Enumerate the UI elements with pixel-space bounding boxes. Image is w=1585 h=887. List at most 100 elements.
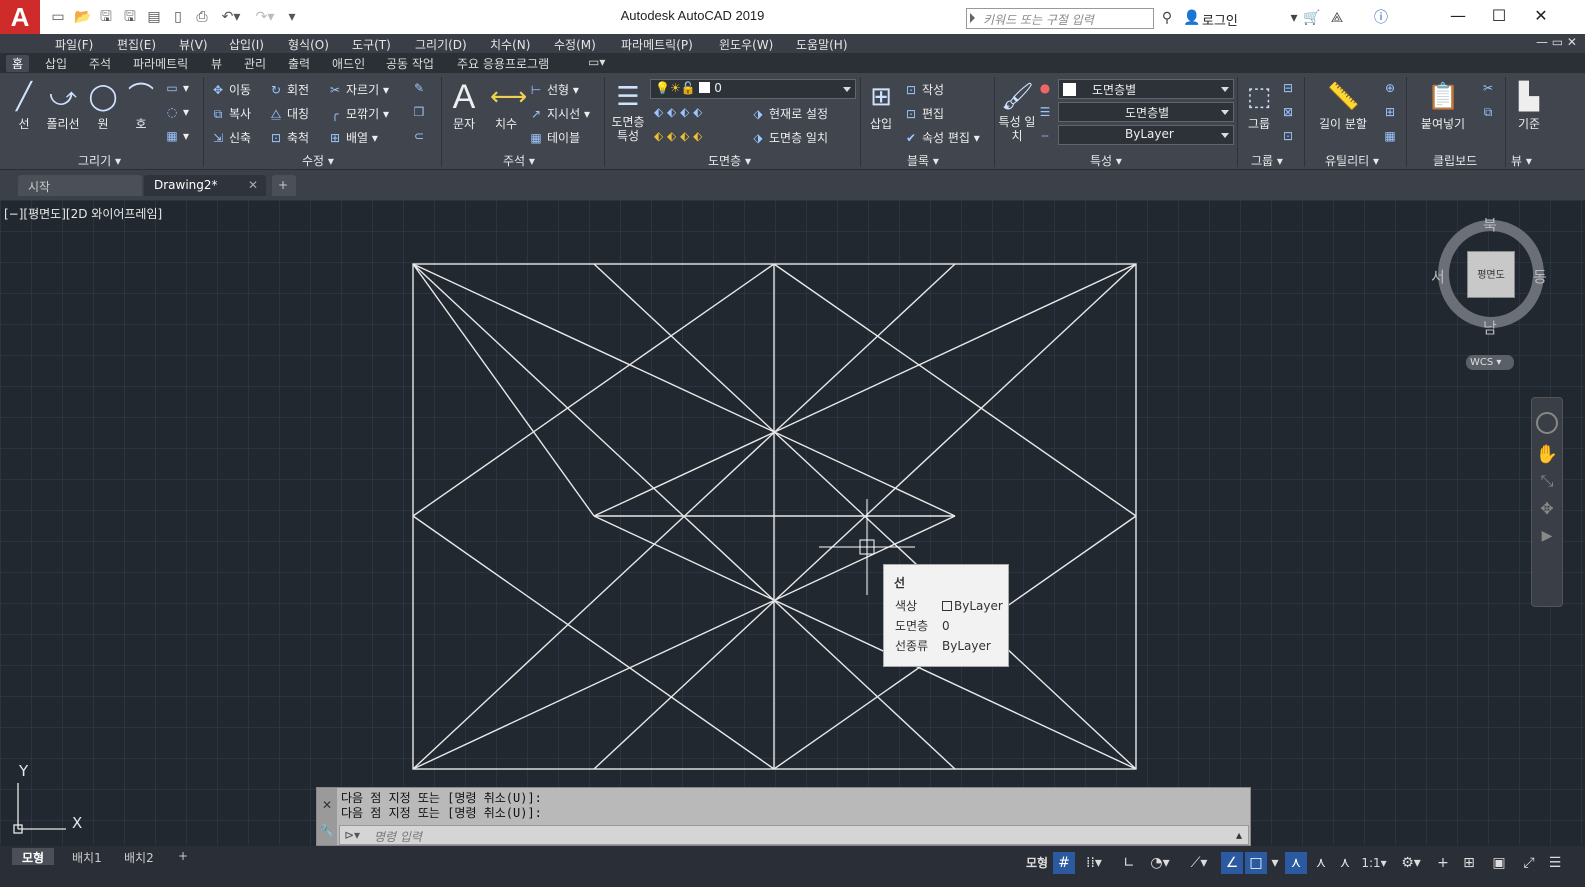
- isolate-icon[interactable]: ⊞: [1458, 852, 1480, 874]
- showmotion-icon[interactable]: ▶: [1532, 528, 1562, 544]
- ribbon-toggle-icon[interactable]: ▭▾: [588, 55, 605, 69]
- viewcube-south[interactable]: 남: [1483, 317, 1497, 338]
- object-snap-icon[interactable]: □: [1245, 852, 1267, 874]
- menu-window[interactable]: 윈도우(W): [719, 36, 773, 53]
- erase-icon[interactable]: ✎: [411, 81, 430, 95]
- login-button[interactable]: 로그인: [1202, 10, 1238, 29]
- wrench-icon[interactable]: 🔧: [317, 824, 337, 838]
- add-layout-button[interactable]: +: [168, 848, 198, 865]
- set-current-button[interactable]: ⬗ 현재로 설정: [750, 105, 828, 122]
- new-tab-button[interactable]: +: [272, 175, 296, 196]
- search-expand-icon[interactable]: [970, 13, 975, 23]
- menu-edit[interactable]: 편집(E): [117, 36, 156, 53]
- match-properties-button[interactable]: 🖌 특성 일치: [996, 77, 1038, 147]
- layer-tools-row2-icons[interactable]: ⬖ ⬖ ⬖ ⬖: [654, 129, 702, 143]
- tab-parametric[interactable]: 파라메트릭: [133, 55, 188, 72]
- edit-attribute-button[interactable]: ✔ 속성 편집 ▾: [903, 129, 980, 146]
- tab-model[interactable]: 모형: [12, 848, 55, 865]
- ungroup-icon[interactable]: ⊟: [1280, 81, 1299, 95]
- tab-drawing2[interactable]: Drawing2* ✕: [144, 175, 266, 196]
- command-prompt-icon[interactable]: ⊳▾: [344, 828, 360, 842]
- paste-button[interactable]: 📋 붙여넣기: [1416, 77, 1470, 147]
- viewcube-east[interactable]: 동: [1533, 266, 1547, 287]
- base-view-button[interactable]: ▙ 기준: [1508, 77, 1550, 147]
- panel-properties-label[interactable]: 특성 ▾: [1090, 152, 1122, 169]
- panel-annotation-label[interactable]: 주석 ▾: [503, 152, 535, 169]
- object-snap-tracking-icon[interactable]: ∠: [1221, 852, 1243, 874]
- grid-icon[interactable]: #: [1053, 852, 1075, 874]
- quick-select-icon[interactable]: ⊕: [1382, 81, 1401, 95]
- pan-icon[interactable]: ✋: [1532, 444, 1562, 465]
- minimize-button[interactable]: —: [1438, 4, 1478, 28]
- gear-icon[interactable]: ⚙▾: [1394, 852, 1428, 874]
- polyline-button[interactable]: ⤻ 폴리선: [42, 77, 84, 147]
- dimension-button[interactable]: ⟷ 치수: [485, 77, 527, 147]
- calculator-icon[interactable]: ▦: [1382, 129, 1401, 143]
- viewcube-west[interactable]: 서: [1431, 266, 1445, 287]
- stretch-button[interactable]: ⇲ 신축: [210, 129, 251, 146]
- lineweight-dropdown[interactable]: ByLayer: [1058, 125, 1234, 145]
- rectangle-icon[interactable]: ▭ ▾: [164, 81, 189, 95]
- tab-view[interactable]: 뷰: [211, 55, 222, 72]
- tab-annotate[interactable]: 주석: [89, 55, 111, 72]
- customize-menu-icon[interactable]: ☰: [1544, 852, 1566, 874]
- create-block-button[interactable]: ⊡ 작성: [903, 81, 944, 98]
- annotation-scale-icon[interactable]: ⋏: [1334, 852, 1356, 874]
- login-dropdown-icon[interactable]: ▾: [1285, 9, 1303, 27]
- menu-modify[interactable]: 수정(M): [554, 36, 596, 53]
- orbit-icon[interactable]: ✥: [1532, 499, 1562, 518]
- tab-collaborate[interactable]: 공동 작업: [386, 55, 434, 72]
- help-icon[interactable]: ⓘ: [1372, 9, 1390, 27]
- mirror-button[interactable]: ⧋ 대칭: [268, 105, 309, 122]
- tab-layout2[interactable]: 배치2: [114, 848, 164, 865]
- leader-button[interactable]: ↗ 지시선 ▾: [528, 105, 590, 122]
- tab-addins[interactable]: 애드인: [332, 55, 365, 72]
- user-icon[interactable]: 👤: [1183, 9, 1201, 27]
- close-tab-icon[interactable]: ✕: [248, 178, 258, 192]
- menu-format[interactable]: 형식(O): [288, 36, 329, 53]
- table-button[interactable]: ▦ 테이블: [528, 129, 580, 146]
- ortho-icon[interactable]: ∟: [1118, 852, 1140, 874]
- color-dropdown[interactable]: 도면층별: [1058, 79, 1234, 99]
- circle-button[interactable]: ◯ 원: [82, 77, 124, 147]
- zoom-icon[interactable]: ⤡: [1532, 471, 1562, 491]
- layer-tools-row1-icons[interactable]: ⬖ ⬖ ⬖ ⬖: [654, 105, 702, 119]
- viewcube-face[interactable]: 평면도: [1467, 251, 1515, 298]
- menu-help[interactable]: 도움말(H): [796, 36, 848, 53]
- clean-screen-icon[interactable]: ⤢: [1518, 852, 1540, 874]
- snap-icon[interactable]: ⁞⁞▾: [1077, 852, 1111, 874]
- explode-icon[interactable]: ❒: [411, 105, 430, 119]
- maximize-button[interactable]: ☐: [1479, 4, 1519, 28]
- copy-clip-icon[interactable]: ⧉: [1480, 105, 1499, 120]
- polar-icon[interactable]: ◔▾: [1143, 852, 1177, 874]
- menu-insert[interactable]: 삽입(I): [229, 36, 264, 53]
- scale-button[interactable]: ⊡ 축척: [268, 129, 309, 146]
- menu-view[interactable]: 뷰(V): [179, 36, 208, 53]
- menu-tools[interactable]: 도구(T): [352, 36, 391, 53]
- offset-icon[interactable]: ⊂: [411, 129, 430, 143]
- text-button[interactable]: A 문자: [443, 77, 485, 147]
- measure-button[interactable]: 📏 길이 분할: [1314, 77, 1372, 147]
- menu-parametric[interactable]: 파라메트릭(P): [621, 36, 693, 53]
- command-history-toggle-icon[interactable]: ▴: [1236, 828, 1242, 842]
- panel-layers-label[interactable]: 도면층 ▾: [708, 152, 751, 169]
- group-edit-icon[interactable]: ⊠: [1280, 105, 1299, 119]
- lineweight-icon[interactable]: ☰: [1037, 105, 1056, 119]
- group-select-icon[interactable]: ⊡: [1280, 129, 1299, 143]
- fillet-button[interactable]: ╭ 모깎기 ▾: [327, 105, 389, 122]
- cut-icon[interactable]: ✂: [1480, 81, 1499, 95]
- scale-dropdown[interactable]: 1:1▾: [1358, 852, 1390, 874]
- menu-dimension[interactable]: 치수(N): [490, 36, 530, 53]
- boundary-icon[interactable]: ▦ ▾: [164, 129, 189, 143]
- layer-dropdown[interactable]: 💡☀🔓 0: [650, 79, 856, 99]
- tab-layout1[interactable]: 배치1: [62, 848, 112, 865]
- viewcube-north[interactable]: 북: [1483, 214, 1497, 235]
- rotate-button[interactable]: ↻ 회전: [268, 81, 309, 98]
- insert-block-button[interactable]: ⊞ 삽입: [860, 77, 902, 147]
- drawing-viewport[interactable]: [−][평면도][2D 와이어프레임] Y X 평면도 북 남 동 서 WCS …: [0, 200, 1585, 845]
- tab-manage[interactable]: 관리: [244, 55, 266, 72]
- layer-properties-button[interactable]: ☰ 도면층 특성: [606, 77, 650, 147]
- hatch-icon[interactable]: ◌ ▾: [164, 105, 189, 119]
- panel-groups-label[interactable]: 그룹 ▾: [1251, 152, 1283, 169]
- search-input[interactable]: 키워드 또는 구절 입력: [966, 8, 1154, 29]
